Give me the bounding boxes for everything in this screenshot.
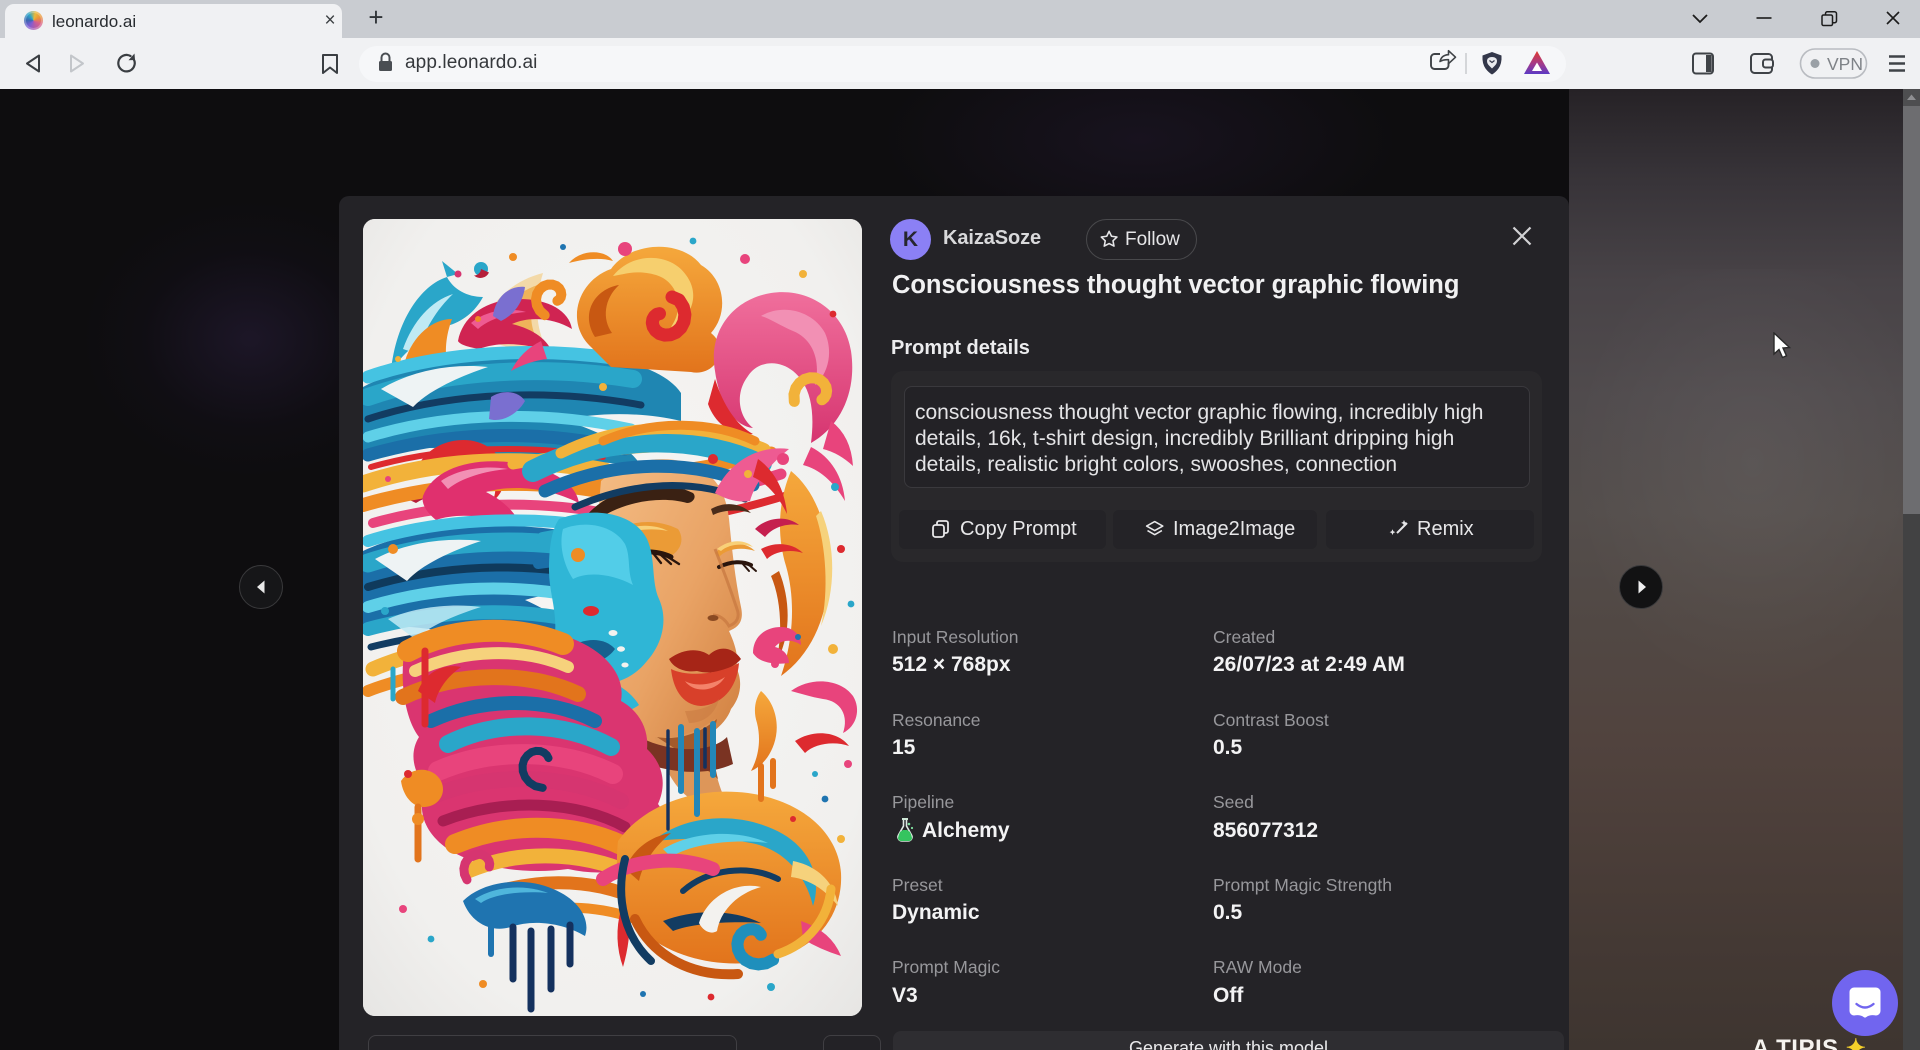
svg-text:VPN: VPN <box>1827 54 1863 74</box>
